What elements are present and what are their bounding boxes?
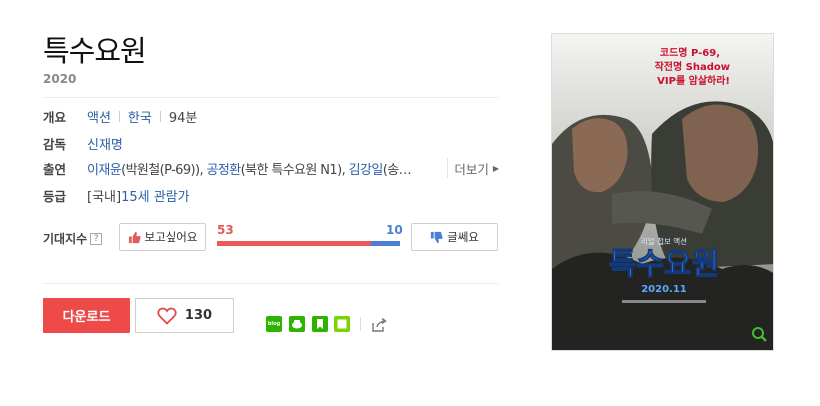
rating-link[interactable]: 15세 관람가 [121,186,190,205]
like-button[interactable]: 130 [135,298,234,333]
no-label: 글쎄요 [447,230,479,244]
poster-subtitle: 리얼 첩보 액션 [641,236,687,246]
download-button[interactable]: 다운로드 [43,298,130,333]
movie-title: 특수요원 [43,34,147,68]
director-link[interactable]: 신재명 [87,134,123,153]
country-link[interactable]: 한국 [128,107,152,126]
cast-row: 출연 이재윤(박원철(P-69)), 공정환(북한 특수요원 N1), 김강일(… [43,158,503,178]
overview-row: 개요 액션 한국 94분 [43,106,503,126]
cast-name-link[interactable]: 이재윤 [87,163,122,178]
cast-label: 출연 [43,161,67,177]
not-sure-button[interactable]: 글쎄요 [411,223,498,251]
movie-year: 2020 [43,72,77,86]
cafe-share-icon[interactable] [289,316,305,332]
no-count: 10 [386,223,403,237]
director-label: 감독 [43,136,67,152]
blog-share-icon[interactable]: blog [266,316,282,332]
memo-share-icon[interactable] [334,316,350,332]
expect-label-wrap: 기대지수 ? [43,230,103,247]
help-icon[interactable]: ? [90,232,103,245]
separator [118,110,120,122]
cast-list: 이재윤(박원철(P-69)), 공정환(북한 특수요원 N1), 김강일(송… [87,159,437,178]
divider [43,97,499,98]
cast-role: (송… [382,162,412,178]
genre-link[interactable]: 액션 [87,107,111,126]
cast-name-link[interactable]: 공정환 [207,163,242,178]
share-icon[interactable] [370,316,387,332]
want-label: 보고싶어요 [144,230,198,244]
divider [43,283,499,284]
thumbs-down-icon [431,231,443,243]
poster-title: 특수요원 [609,247,719,282]
more-cast-button[interactable]: 더보기 ▶ [447,158,499,178]
poster-tagline-3: VIP를 암살하라! [657,74,730,87]
cast-role: (북한 특수요원 N1), [240,162,349,178]
want-count: 53 [217,223,234,237]
expect-label: 기대지수 [43,232,88,246]
rating-prefix: [국내] [87,189,122,205]
movie-poster[interactable]: 코드명 P-69, 작전명 Shadow VIP를 암살하라! 리얼 첩보 액션… [551,33,774,351]
poster-date: 2020.11 [641,284,687,295]
bookmark-share-icon[interactable] [312,316,328,332]
like-count: 130 [184,308,213,323]
cast-role: (박원철(P-69)), [121,162,207,178]
poster-image: 코드명 P-69, 작전명 Shadow VIP를 암살하라! 리얼 첩보 액션… [552,34,773,350]
thumbs-up-icon [128,231,141,243]
runtime-text: 94분 [168,110,198,126]
rating-row: 등급 [국내] 15세 관람가 [43,185,503,205]
rating-label: 등급 [43,188,67,204]
separator [360,317,361,331]
want-to-see-button[interactable]: 보고싶어요 [119,223,206,251]
expect-ratio-bar [217,241,400,246]
more-label: 더보기 [454,161,489,177]
director-row: 감독 신재명 [43,133,503,153]
heart-icon [157,307,177,325]
overview-label: 개요 [43,109,67,125]
poster-tagline-2: 작전명 Shadow [655,60,730,73]
want-ratio-fill [217,241,371,246]
chevron-right-icon: ▶ [492,163,499,173]
poster-tagline-1: 코드명 P-69, [660,46,720,59]
separator [159,110,161,122]
cast-name-link[interactable]: 김강일 [349,163,384,178]
